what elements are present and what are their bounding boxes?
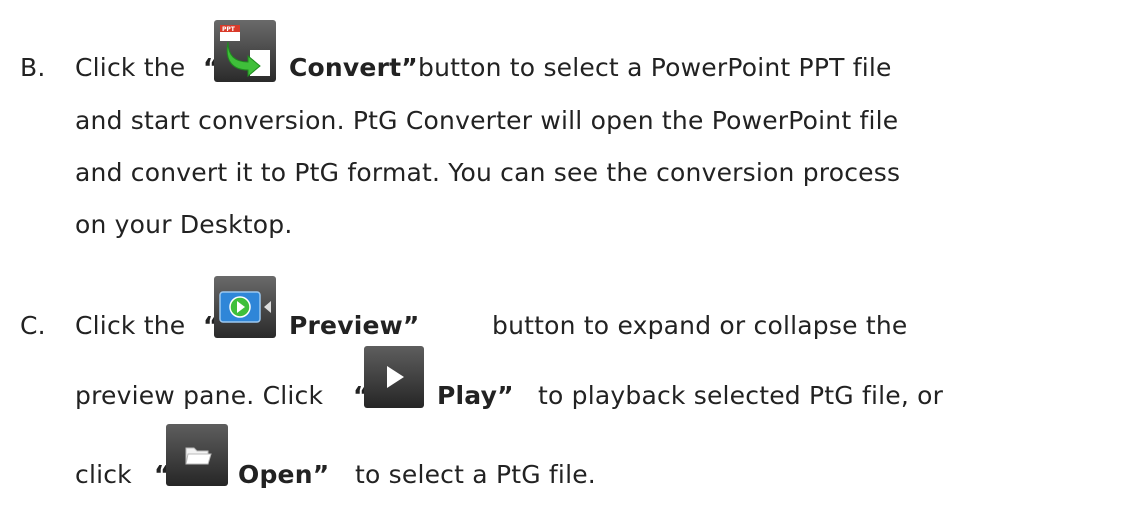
item-b-line1-post: button to select a PowerPoint PPT file (418, 53, 892, 82)
item-b-line1-pre: Click the (75, 53, 186, 82)
preview-video-icon (214, 276, 276, 338)
item-c-line3-post: to select a PtG file. (355, 460, 596, 489)
svg-text:PPT: PPT (222, 26, 236, 33)
item-c-line1-pre: Click the (75, 311, 186, 340)
folder-open-icon (166, 424, 228, 486)
play-icon (364, 346, 424, 408)
ppt-convert-icon: PPT (214, 20, 276, 82)
item-b-button-label: Convert” (289, 53, 418, 82)
item-c-line3-pre: click (75, 460, 132, 489)
item-c-play-label: Play” (437, 381, 514, 410)
item-b-line4: on your Desktop. (75, 210, 293, 239)
item-b-line2: and start conversion. PtG Converter will… (75, 106, 899, 135)
item-c-button-label: Preview” (289, 311, 420, 340)
item-b-line3: and convert it to PtG format. You can se… (75, 158, 901, 187)
item-b-marker: B. (20, 53, 46, 82)
item-c-line2-post: to playback selected PtG file, or (538, 381, 944, 410)
item-c-line2-pre: preview pane. Click (75, 381, 324, 410)
item-c-open-label: Open” (238, 460, 330, 489)
item-c-line1-post: button to expand or collapse the (492, 311, 908, 340)
item-c-marker: C. (20, 311, 46, 340)
